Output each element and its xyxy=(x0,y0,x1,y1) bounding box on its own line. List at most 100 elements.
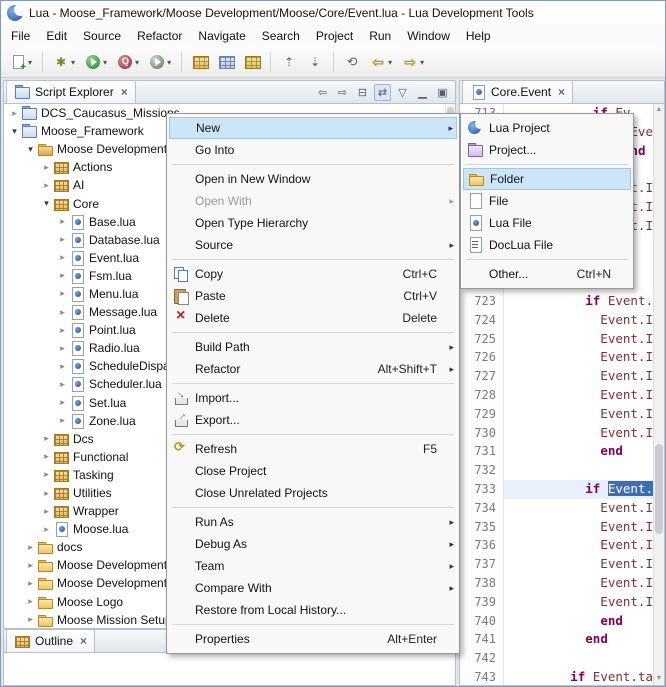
editor-scrollbar-thumb[interactable] xyxy=(655,444,663,534)
expand-arrow-icon[interactable]: ▸ xyxy=(56,379,69,390)
menubar-item-search[interactable]: Search xyxy=(254,26,308,46)
expand-arrow-icon[interactable]: ▸ xyxy=(56,343,69,354)
expand-arrow-icon[interactable]: ▸ xyxy=(56,397,69,408)
tab-outline[interactable]: Outline × xyxy=(6,629,95,652)
tab-script-explorer[interactable]: Script Explorer × xyxy=(6,80,136,103)
view-menu-button[interactable]: ▽ xyxy=(394,84,411,101)
expand-arrow-icon[interactable]: ▸ xyxy=(40,488,53,499)
context-menu-item-go-into[interactable]: Go Into xyxy=(169,139,457,161)
debug-button[interactable]: ✱▾ xyxy=(49,50,79,74)
back-button[interactable]: ⇦▾ xyxy=(366,50,396,74)
collapse-arrow-icon[interactable]: ▾ xyxy=(40,198,53,209)
editor-scrollbar[interactable]: ▲ ▼ xyxy=(653,104,664,685)
menubar-item-run[interactable]: Run xyxy=(361,26,399,46)
context-menu-item-import[interactable]: Import... xyxy=(169,387,457,409)
expand-arrow-icon[interactable]: ▸ xyxy=(56,288,69,299)
menubar-item-help[interactable]: Help xyxy=(458,26,499,46)
expand-arrow-icon[interactable]: ▸ xyxy=(40,433,53,444)
new-submenu-item-project[interactable]: Project... xyxy=(463,139,631,161)
menubar-item-navigate[interactable]: Navigate xyxy=(190,26,253,46)
scroll-down-icon[interactable]: ▼ xyxy=(654,673,664,685)
menubar-item-source[interactable]: Source xyxy=(75,26,129,46)
new-submenu-item-folder[interactable]: Folder xyxy=(463,168,631,190)
maximize-button[interactable]: ▣ xyxy=(434,84,451,101)
last-edit-location-button[interactable]: ⟲ xyxy=(340,50,364,74)
luafile-icon xyxy=(69,395,86,411)
forward-button[interactable]: ⇨▾ xyxy=(398,50,428,74)
expand-arrow-icon[interactable]: ▸ xyxy=(56,270,69,281)
expand-arrow-icon[interactable]: ▸ xyxy=(56,234,69,245)
expand-arrow-icon[interactable]: ▸ xyxy=(56,325,69,336)
table-view-2-button[interactable] xyxy=(214,50,238,74)
new-wizard-button[interactable]: ▾ xyxy=(6,50,36,74)
external-tools-button[interactable]: ▾ xyxy=(145,50,175,74)
menubar-item-file[interactable]: File xyxy=(3,26,38,46)
context-menu-item-build-path[interactable]: Build Path▸ xyxy=(169,336,457,358)
context-menu-item-close-unrelated-projects[interactable]: Close Unrelated Projects xyxy=(169,482,457,504)
collapse-arrow-icon[interactable]: ▾ xyxy=(8,126,21,137)
context-menu-item-restore-from-local-history[interactable]: Restore from Local History... xyxy=(169,599,457,621)
collapse-all-button[interactable]: ⊟ xyxy=(354,84,371,101)
link-with-editor-button[interactable]: ⇄ xyxy=(374,84,391,101)
scroll-up-icon[interactable]: ▲ xyxy=(654,104,664,116)
menubar-item-project[interactable]: Project xyxy=(308,26,361,46)
context-menu-item-team[interactable]: Team▸ xyxy=(169,555,457,577)
new-submenu-item-lua-file[interactable]: Lua File xyxy=(463,212,631,234)
expand-arrow-icon[interactable]: ▸ xyxy=(40,506,53,517)
expand-arrow-icon[interactable]: ▸ xyxy=(56,252,69,263)
expand-arrow-icon[interactable]: ▸ xyxy=(40,469,53,480)
profile-button[interactable]: ▾ xyxy=(113,50,143,74)
context-menu-item-refactor[interactable]: RefactorAlt+Shift+T▸ xyxy=(169,358,457,380)
minimize-button[interactable]: ▁ xyxy=(414,84,431,101)
expand-arrow-icon[interactable]: ▸ xyxy=(24,578,37,589)
close-icon[interactable]: × xyxy=(558,85,565,99)
table-view-3-button[interactable] xyxy=(240,50,264,74)
context-menu-item-export[interactable]: Export... xyxy=(169,409,457,431)
expand-arrow-icon[interactable]: ▸ xyxy=(24,596,37,607)
new-submenu-item-file[interactable]: File xyxy=(463,190,631,212)
context-menu-item-paste[interactable]: PasteCtrl+V xyxy=(169,285,457,307)
context-menu-item-label: Build Path xyxy=(195,340,250,354)
context-menu-item-run-as[interactable]: Run As▸ xyxy=(169,511,457,533)
forward-button[interactable]: ⇨ xyxy=(334,84,351,101)
context-menu-item-debug-as[interactable]: Debug As▸ xyxy=(169,533,457,555)
collapse-arrow-icon[interactable]: ▾ xyxy=(24,144,37,155)
close-icon[interactable]: × xyxy=(121,85,128,99)
tab-core-event[interactable]: Core.Event × xyxy=(462,80,573,103)
menubar-item-window[interactable]: Window xyxy=(399,26,458,46)
expand-arrow-icon[interactable]: ▸ xyxy=(40,162,53,173)
expand-arrow-icon[interactable]: ▸ xyxy=(8,108,21,119)
expand-arrow-icon[interactable]: ▸ xyxy=(24,560,37,571)
context-menu-item-copy[interactable]: CopyCtrl+C xyxy=(169,263,457,285)
back-button[interactable]: ⇦ xyxy=(314,84,331,101)
expand-arrow-icon[interactable]: ▸ xyxy=(40,180,53,191)
expand-arrow-icon[interactable]: ▸ xyxy=(24,542,37,553)
table-view-1-button[interactable] xyxy=(188,50,212,74)
new-submenu-item-other[interactable]: Other...Ctrl+N xyxy=(463,263,631,285)
expand-arrow-icon[interactable]: ▸ xyxy=(40,524,53,535)
close-icon[interactable]: × xyxy=(80,634,87,648)
expand-arrow-icon[interactable]: ▸ xyxy=(56,415,69,426)
expand-arrow-icon[interactable]: ▸ xyxy=(56,307,69,318)
expand-arrow-icon[interactable]: ▸ xyxy=(24,614,37,625)
new-submenu-item-lua-project[interactable]: Lua Project xyxy=(463,117,631,139)
menubar-item-refactor[interactable]: Refactor xyxy=(129,26,190,46)
expand-arrow-icon[interactable]: ▸ xyxy=(40,451,53,462)
luafile-icon xyxy=(69,340,86,356)
context-menu-item-compare-with[interactable]: Compare With▸ xyxy=(169,577,457,599)
new-submenu-item-doclua-file[interactable]: DocLua File xyxy=(463,234,631,256)
context-menu-item-refresh[interactable]: RefreshF5 xyxy=(169,438,457,460)
context-menu-item-open-in-new-window[interactable]: Open in New Window xyxy=(169,168,457,190)
expand-arrow-icon[interactable]: ▸ xyxy=(56,361,69,372)
context-menu-item-source[interactable]: Source▸ xyxy=(169,234,457,256)
context-menu-item-properties[interactable]: PropertiesAlt+Enter xyxy=(169,628,457,650)
expand-arrow-icon[interactable]: ▸ xyxy=(56,216,69,227)
next-annotation-button[interactable]: ⇣ xyxy=(303,50,327,74)
context-menu-item-delete[interactable]: DeleteDelete xyxy=(169,307,457,329)
context-menu-item-new[interactable]: New▸ xyxy=(169,117,457,139)
context-menu-item-open-type-hierarchy[interactable]: Open Type Hierarchy xyxy=(169,212,457,234)
previous-annotation-button[interactable]: ⇡ xyxy=(277,50,301,74)
run-button[interactable]: ▾ xyxy=(81,50,111,74)
context-menu-item-close-project[interactable]: Close Project xyxy=(169,460,457,482)
menubar-item-edit[interactable]: Edit xyxy=(38,26,75,46)
